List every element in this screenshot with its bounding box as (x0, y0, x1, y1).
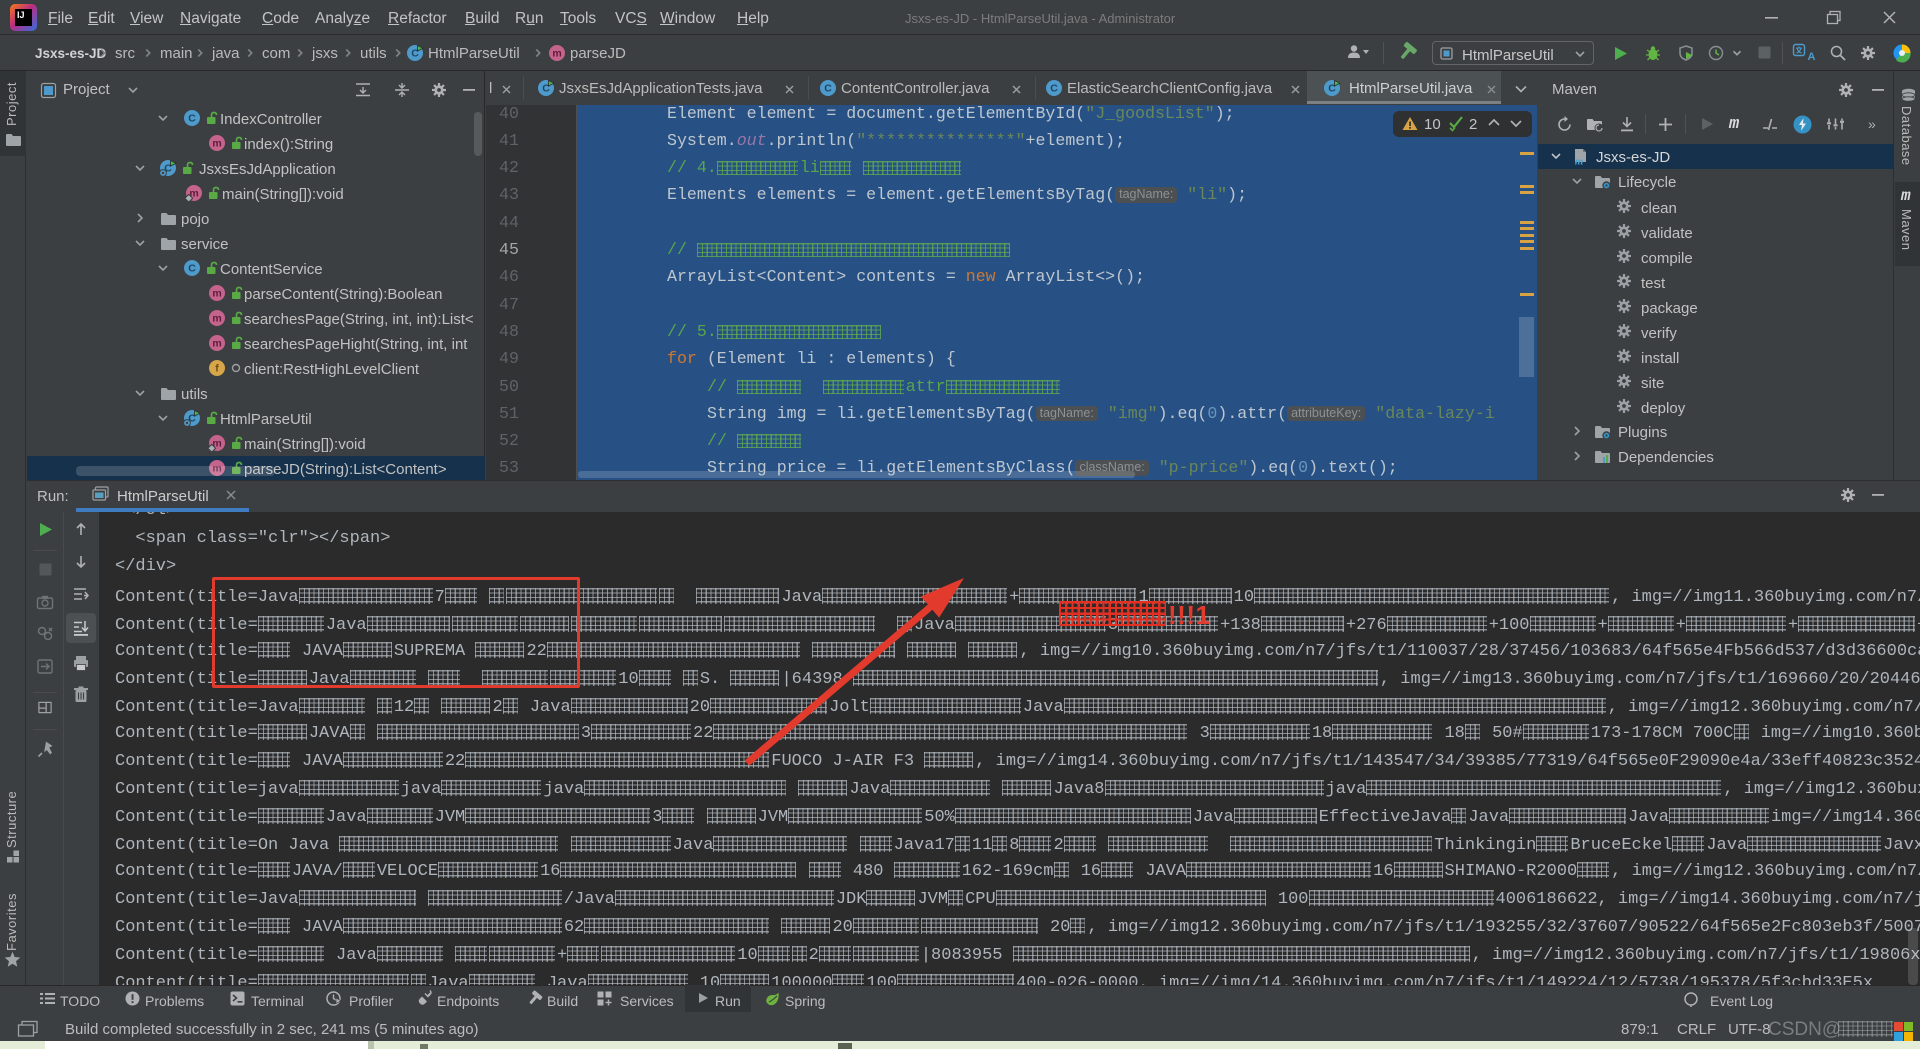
svg-text:m: m (1575, 156, 1584, 168)
svg-text:m: m (212, 288, 221, 300)
svg-text:m: m (552, 48, 561, 60)
svg-text:m: m (212, 338, 221, 350)
svg-text:m: m (212, 313, 221, 325)
svg-text:f: f (215, 363, 219, 375)
svg-text:C: C (1050, 83, 1058, 95)
svg-text:m: m (212, 138, 221, 150)
svg-text:C: C (824, 83, 832, 95)
svg-text:C: C (188, 263, 196, 275)
svg-text:C: C (188, 113, 196, 125)
svg-text:A: A (1808, 51, 1816, 63)
